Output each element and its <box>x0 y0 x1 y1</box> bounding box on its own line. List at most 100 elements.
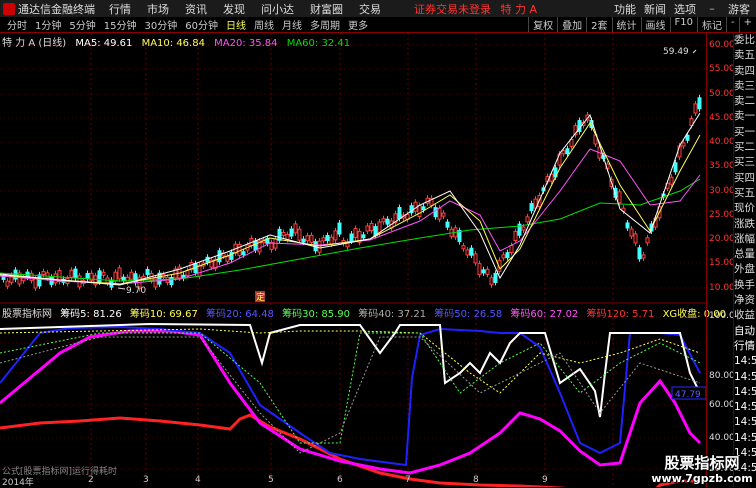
candle-body <box>85 273 90 280</box>
price-tick: 50.00 <box>709 89 735 99</box>
low-pointer <box>117 287 126 290</box>
chip120-label: 筹码120: 5.71 <box>586 309 655 320</box>
zoom-out-button[interactable]: - <box>726 17 739 32</box>
candle-body <box>485 268 490 275</box>
candle-body <box>617 191 622 204</box>
watermark-url: www.7gpzb.com <box>651 472 753 485</box>
ma10-line <box>0 121 701 285</box>
candle-body <box>561 150 566 155</box>
candle-body <box>197 264 202 277</box>
candle-body <box>477 263 482 276</box>
indicator-name[interactable]: 股票指标网 <box>2 309 52 320</box>
side-panel-item[interactable]: 自动 <box>734 324 756 339</box>
tab-30min[interactable]: 30分钟 <box>140 17 181 32</box>
menu-item-hangqing[interactable]: 行情 <box>109 1 131 17</box>
tab-multi-period[interactable]: 多周期 <box>306 17 344 32</box>
time-tick: 2 <box>88 475 94 485</box>
tool-stats[interactable]: 统计 <box>611 17 641 32</box>
candle-body <box>145 269 150 276</box>
candle-body <box>417 204 422 217</box>
candle-body <box>329 236 334 245</box>
low-label: 9.70 <box>126 286 146 296</box>
zoom-in-button[interactable]: + <box>738 17 756 32</box>
menu-item-zixun[interactable]: 资讯 <box>185 1 207 17</box>
side-panel-item: 买二 <box>734 141 755 154</box>
tool-f10[interactable]: F10 <box>669 17 697 32</box>
candle-body <box>505 252 510 259</box>
ma10-label: MA10: 46.84 <box>141 38 205 49</box>
tab-5min[interactable]: 5分钟 <box>65 17 99 32</box>
candle-body <box>333 230 338 241</box>
candle-body <box>525 216 530 223</box>
tool-fuquan[interactable]: 复权 <box>528 17 557 32</box>
side-panel-item: 14:56 <box>734 416 756 429</box>
menu-item-shichang[interactable]: 市场 <box>147 1 169 17</box>
minimize-icon[interactable]: – <box>704 2 720 15</box>
guest-user[interactable]: 游客 <box>728 1 750 17</box>
candle-body <box>317 240 322 253</box>
title-right: 功能 新闻 选项 – 游客 <box>614 1 750 17</box>
quote-side-panel: 委比 卖五 卖四 卖三 卖二 卖一 买一 买二 买三 买四 买五 现价 涨跌 涨幅 总量 外盘 换手 净资 收益 自动… <box>733 33 756 487</box>
main-menu: 行情 市场 资讯 发现 问小达 财富圈 交易 <box>109 1 381 17</box>
sub-grid <box>0 315 706 470</box>
tool-mark[interactable]: 标记 <box>697 17 726 32</box>
kline-chart[interactable]: 59.49 9.70 定 47.79 <box>0 33 706 487</box>
candle-body <box>645 237 650 244</box>
candle-body <box>1 276 6 280</box>
candle-body <box>309 234 314 243</box>
price-axis: 60.00 55.00 50.00 45.00 40.00 35.00 30.0… <box>706 33 741 487</box>
candle-body <box>501 254 506 259</box>
site-watermark: 股票指标网 www.7gpzb.com <box>648 455 756 487</box>
chip30-label: 筹码30: 85.90 <box>282 309 351 320</box>
menu-item-wenxiaoda[interactable]: 问小达 <box>261 1 294 17</box>
menu-item-jiaoyi[interactable]: 交易 <box>359 1 381 17</box>
candle-body <box>473 253 478 264</box>
tab-60min[interactable]: 60分钟 <box>181 17 222 32</box>
tab-1min[interactable]: 1分钟 <box>31 17 65 32</box>
tool-2set[interactable]: 2套 <box>586 17 611 32</box>
candle-body <box>441 212 446 217</box>
candle-body <box>469 247 474 256</box>
candle-body <box>53 273 58 284</box>
time-tick: 8 <box>473 475 479 485</box>
time-tick: 3 <box>143 475 149 485</box>
side-panel-item: 换手 <box>734 278 755 291</box>
time-tick: 9 <box>542 475 548 485</box>
candle-body <box>641 254 646 259</box>
login-alert[interactable]: 证券交易未登录 特 力 A <box>414 1 537 17</box>
candle-body <box>481 269 486 274</box>
tab-daily[interactable]: 日线 <box>222 17 250 32</box>
stock-name-title: 特 力 A <box>500 2 538 16</box>
chip40-label: 筹码40: 37.21 <box>358 309 427 320</box>
marker-label: 定 <box>256 291 265 303</box>
candle-body <box>369 222 374 231</box>
price-tick: 55.00 <box>709 64 735 74</box>
menu-item-caifuquan[interactable]: 财富圈 <box>310 1 343 17</box>
tab-15min[interactable]: 15分钟 <box>100 17 141 32</box>
news-menu[interactable]: 新闻 <box>644 1 666 17</box>
tool-draw[interactable]: 画线 <box>640 17 670 32</box>
tab-monthly[interactable]: 月线 <box>278 17 306 32</box>
function-menu[interactable]: 功能 <box>614 1 636 17</box>
options-menu[interactable]: 选项 <box>674 1 696 17</box>
tab-fenshi[interactable]: 分时 <box>3 17 31 32</box>
stock-label: 特 力 A (日线) <box>2 38 67 49</box>
candle-body <box>633 233 638 244</box>
side-panel-item: 买一 <box>734 125 755 138</box>
side-panel-item: 收益 <box>734 309 755 322</box>
tab-weekly[interactable]: 周线 <box>250 17 278 32</box>
tool-overlay[interactable]: 叠加 <box>557 17 586 32</box>
side-panel-item: 14:56 <box>734 401 756 414</box>
time-tick: 5 <box>268 475 274 485</box>
indicator-info-line: 股票指标网 筹码5: 81.26 筹码10: 69.67 筹码20: 64.48… <box>2 305 731 320</box>
tab-more[interactable]: 更多 <box>344 17 372 32</box>
ma60-line <box>0 178 701 282</box>
ma5-label: MA5: 49.61 <box>75 38 133 49</box>
candle-body <box>337 222 342 235</box>
ma60-label: MA60: 32.41 <box>286 38 351 49</box>
side-panel-item: 卖五 <box>734 49 755 62</box>
candle-body <box>461 245 466 250</box>
candle-body <box>129 271 134 280</box>
menu-item-faxian[interactable]: 发现 <box>223 1 245 17</box>
side-panel-item: 涨幅 <box>734 232 755 245</box>
